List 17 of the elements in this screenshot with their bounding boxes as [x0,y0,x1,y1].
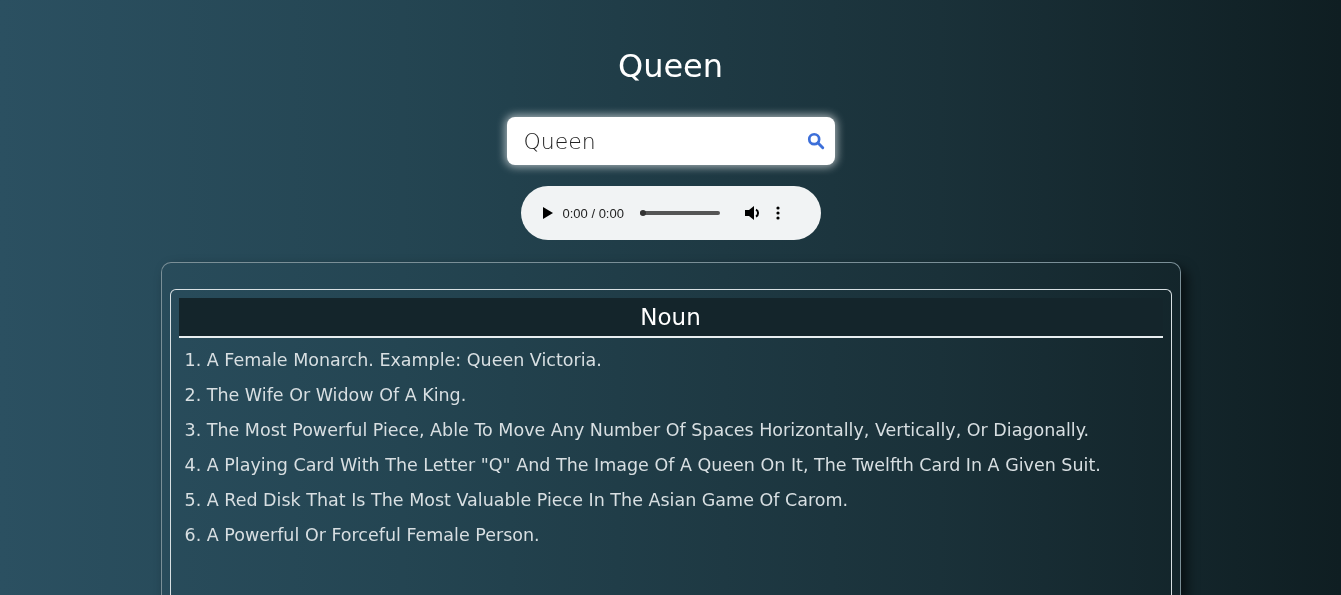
definition-text: 3. The Most Powerful Piece, Able To Move Any Number Of Spaces Horizontally, Vertically, Or Diagonally. [184,420,1091,441]
volume-icon[interactable] [743,205,762,221]
search-field[interactable]: Queen [506,117,835,165]
search-input[interactable]: Queen [521,127,807,155]
definition-text: 5. A Red Disk That Is The Most Valuable Piece In The Asian Game Of Carom. [184,490,850,511]
time-display: 0:00 / 0:00 [562,205,624,221]
more-icon[interactable] [775,206,780,220]
part-of-speech-heading: Noun [178,298,1163,338]
seek-slider[interactable] [639,211,720,215]
definition-text: 2. The Wife Or Widow Of A King. [184,385,468,406]
word-title: Queen [617,46,724,87]
play-icon[interactable] [541,206,554,220]
seek-thumb[interactable] [639,210,646,216]
definition-text: 4. A Playing Card With The Letter "Q" And The Image Of A Queen On It, The Twelfth Card In A Given Suit. [184,455,1102,476]
definition-text: 6. A Powerful Or Forceful Female Person. [184,525,541,546]
search-icon[interactable] [806,132,825,150]
definition-text: 1. A Female Monarch. Example: Queen Victoria. [184,350,603,371]
